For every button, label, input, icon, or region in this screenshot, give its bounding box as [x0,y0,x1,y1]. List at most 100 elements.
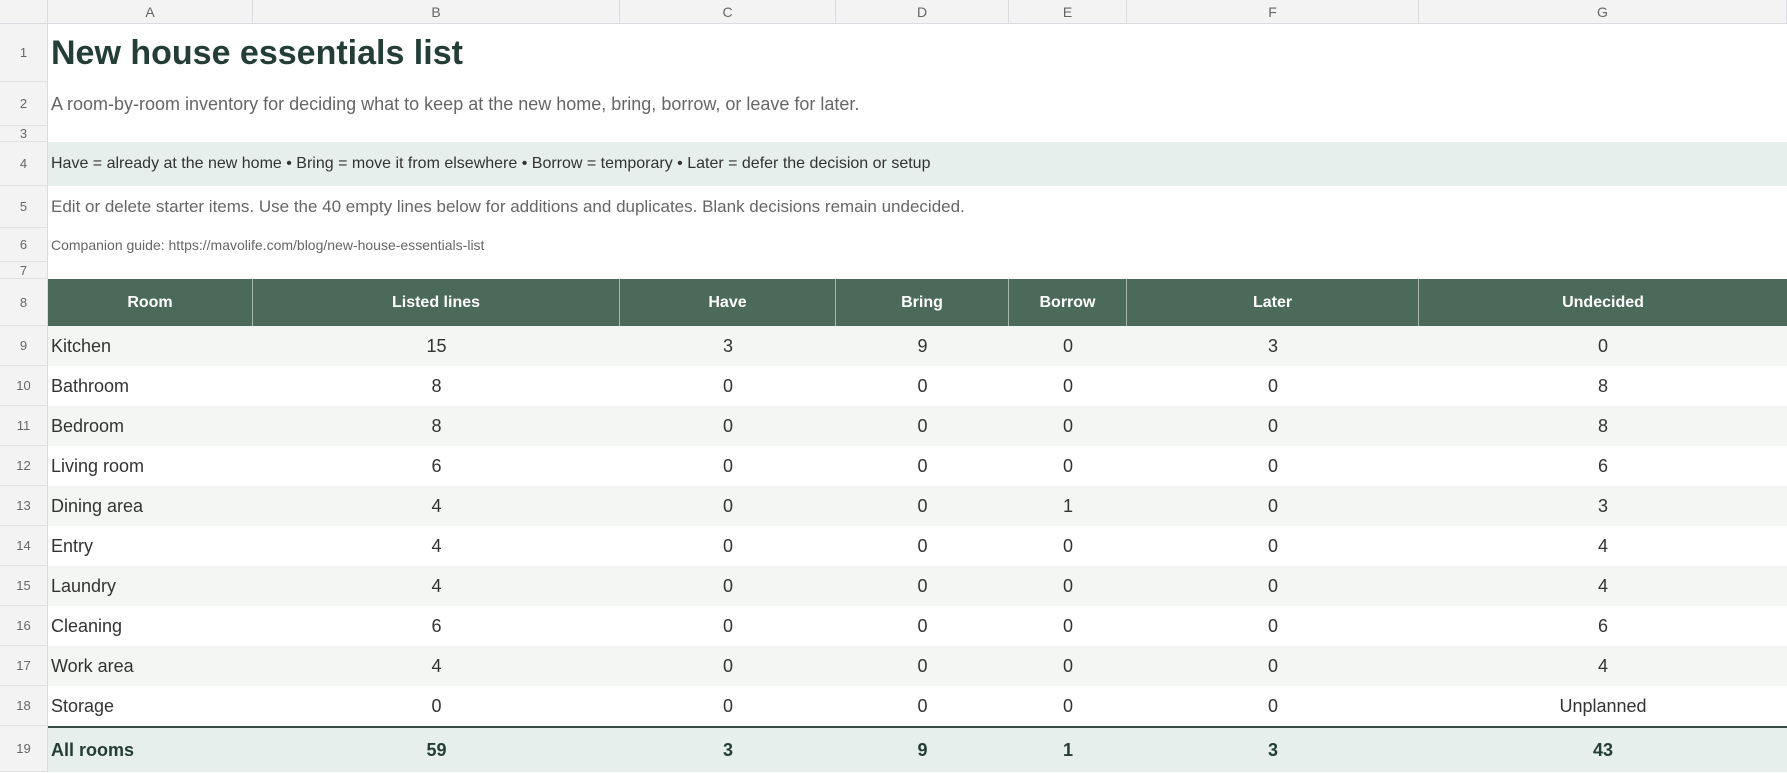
row-header[interactable]: 10 [0,366,48,406]
cell-later[interactable]: 0 [1127,486,1419,526]
total-have[interactable]: 3 [620,728,836,772]
column-header-f[interactable]: F [1127,0,1419,24]
cell-borrow[interactable]: 0 [1009,526,1127,566]
row-header[interactable]: 2 [0,82,48,126]
cell-borrow[interactable]: 0 [1009,606,1127,646]
column-header-d[interactable]: D [836,0,1009,24]
column-header-c[interactable]: C [620,0,836,24]
cell-have[interactable]: 0 [620,486,836,526]
cell-listed-lines[interactable]: 4 [253,646,620,686]
cell-bring[interactable]: 0 [836,486,1009,526]
row-header[interactable]: 17 [0,646,48,686]
cell-undecided[interactable]: 3 [1419,486,1787,526]
cell-room[interactable]: Dining area [48,486,253,526]
cell-room[interactable]: Laundry [48,566,253,606]
cell-listed-lines[interactable]: 4 [253,526,620,566]
cell-borrow[interactable]: 0 [1009,686,1127,726]
cell-undecided[interactable]: 8 [1419,406,1787,446]
cell-have[interactable]: 0 [620,526,836,566]
cell-borrow[interactable]: 0 [1009,566,1127,606]
total-later[interactable]: 3 [1127,728,1419,772]
sheet-title[interactable]: New house essentials list [48,34,463,73]
row-header[interactable]: 1 [0,24,48,82]
cell-bring[interactable]: 0 [836,406,1009,446]
cell-listed-lines[interactable]: 15 [253,326,620,366]
cell-later[interactable]: 0 [1127,446,1419,486]
cell-later[interactable]: 3 [1127,326,1419,366]
row-header[interactable]: 16 [0,606,48,646]
cell-bring[interactable]: 0 [836,446,1009,486]
total-borrow[interactable]: 1 [1009,728,1127,772]
cell-listed-lines[interactable]: 8 [253,366,620,406]
cell-borrow[interactable]: 1 [1009,486,1127,526]
sheet-subtitle[interactable]: A room-by-room inventory for deciding wh… [48,94,859,115]
cell-borrow[interactable]: 0 [1009,326,1127,366]
cell-later[interactable]: 0 [1127,606,1419,646]
row-header[interactable]: 12 [0,446,48,486]
decision-legend[interactable]: Have = already at the new home • Bring =… [48,155,930,173]
select-all-corner[interactable] [0,0,48,24]
cell-have[interactable]: 0 [620,406,836,446]
cell-bring[interactable]: 0 [836,646,1009,686]
cell-later[interactable]: 0 [1127,566,1419,606]
row-header[interactable]: 4 [0,142,48,186]
header-listed-lines[interactable]: Listed lines [253,279,620,326]
row-header[interactable]: 7 [0,262,48,279]
cell-listed-lines[interactable]: 6 [253,446,620,486]
cell-bring[interactable]: 0 [836,526,1009,566]
cell-have[interactable]: 0 [620,566,836,606]
cell-borrow[interactable]: 0 [1009,646,1127,686]
header-bring[interactable]: Bring [836,279,1009,326]
cell-later[interactable]: 0 [1127,646,1419,686]
header-later[interactable]: Later [1127,279,1419,326]
cell-have[interactable]: 3 [620,326,836,366]
cell-undecided[interactable]: 4 [1419,646,1787,686]
companion-guide-link[interactable]: Companion guide: https://mavolife.com/bl… [48,237,484,253]
cell-room[interactable]: Work area [48,646,253,686]
row-header[interactable]: 11 [0,406,48,446]
instructions-note[interactable]: Edit or delete starter items. Use the 40… [48,197,965,217]
column-header-a[interactable]: A [48,0,253,24]
row-header[interactable]: 6 [0,228,48,262]
row-header[interactable]: 8 [0,279,48,326]
row-header[interactable]: 19 [0,726,48,772]
cell-room[interactable]: Entry [48,526,253,566]
cell-later[interactable]: 0 [1127,686,1419,726]
cell-room[interactable]: Bathroom [48,366,253,406]
cell-listed-lines[interactable]: 8 [253,406,620,446]
cell-listed-lines[interactable]: 6 [253,606,620,646]
row-header[interactable]: 3 [0,126,48,142]
empty-row[interactable] [48,126,1787,142]
cell-undecided[interactable]: 6 [1419,606,1787,646]
header-undecided[interactable]: Undecided [1419,279,1787,326]
cell-undecided[interactable]: 8 [1419,366,1787,406]
cell-bring[interactable]: 0 [836,686,1009,726]
cell-bring[interactable]: 0 [836,606,1009,646]
cell-listed-lines[interactable]: 4 [253,486,620,526]
column-header-b[interactable]: B [253,0,620,24]
cell-later[interactable]: 0 [1127,526,1419,566]
cell-have[interactable]: 0 [620,606,836,646]
cell-bring[interactable]: 0 [836,566,1009,606]
cell-have[interactable]: 0 [620,686,836,726]
cell-have[interactable]: 0 [620,446,836,486]
cell-listed-lines[interactable]: 4 [253,566,620,606]
row-header[interactable]: 9 [0,326,48,366]
row-header[interactable]: 15 [0,566,48,606]
total-listed-lines[interactable]: 59 [253,728,620,772]
cell-have[interactable]: 0 [620,366,836,406]
total-bring[interactable]: 9 [836,728,1009,772]
cell-borrow[interactable]: 0 [1009,406,1127,446]
header-room[interactable]: Room [48,279,253,326]
column-header-e[interactable]: E [1009,0,1127,24]
cell-room[interactable]: Living room [48,446,253,486]
cell-undecided[interactable]: 4 [1419,526,1787,566]
row-header[interactable]: 18 [0,686,48,726]
cell-later[interactable]: 0 [1127,366,1419,406]
cell-later[interactable]: 0 [1127,406,1419,446]
header-borrow[interactable]: Borrow [1009,279,1127,326]
total-undecided[interactable]: 43 [1419,728,1787,772]
cell-borrow[interactable]: 0 [1009,446,1127,486]
cell-bring[interactable]: 9 [836,326,1009,366]
header-have[interactable]: Have [620,279,836,326]
